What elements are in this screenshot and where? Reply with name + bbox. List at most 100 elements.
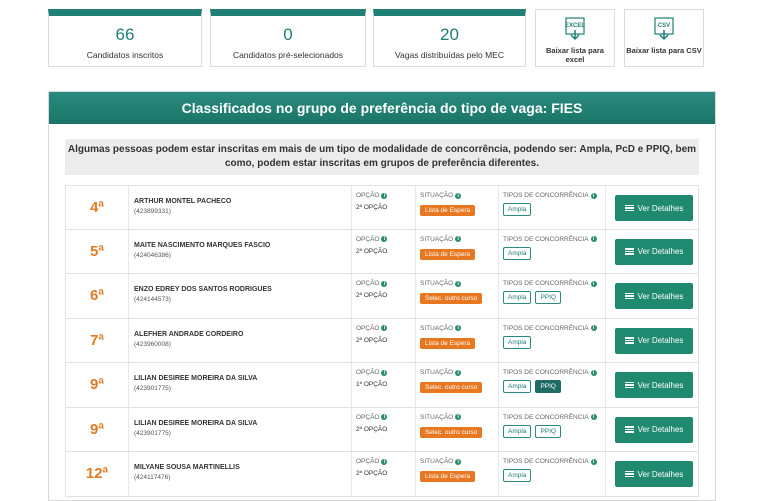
view-details-button[interactable]: Ver Detalhes — [615, 461, 693, 487]
view-details-button[interactable]: Ver Detalhes — [615, 416, 693, 443]
option-value: 2ª OPÇÃO — [356, 292, 388, 299]
types-cell: TIPOS DE CONCORRÊNCIA i Ampla PPIQ — [499, 274, 606, 318]
info-icon[interactable]: i — [381, 458, 388, 465]
types-tags: Ampla — [503, 335, 605, 349]
concurrency-type-tag: PPIQ — [535, 291, 561, 304]
download-excel-button[interactable]: EXCEL Baixar lista para excel — [535, 9, 615, 67]
status-cell: SITUAÇÃO i Selec. outro curso — [416, 274, 499, 318]
concurrency-type-tag: Ampla — [503, 380, 532, 393]
concurrency-type-tag: PPIQ — [535, 424, 561, 438]
rank-position: 5ª — [66, 229, 129, 273]
candidate-list: 4ª ARTHUR MONTEL PACHECO (423899331) OPÇ… — [65, 185, 699, 497]
info-icon[interactable]: i — [381, 414, 388, 420]
status-badge: Lista de Espera — [420, 337, 476, 349]
status-caption: SITUAÇÃO — [420, 280, 454, 287]
info-icon[interactable]: i — [455, 325, 462, 331]
candidate-code: (424144573) — [134, 296, 171, 303]
info-icon[interactable]: i — [590, 192, 597, 199]
stat-card-vacancies: 20 Vagas distribuídas pelo MEC — [373, 9, 526, 67]
option-caption: OPÇÃO — [356, 369, 380, 376]
types-caption: TIPOS DE CONCORRÊNCIA — [503, 369, 589, 376]
info-icon[interactable]: i — [590, 325, 597, 331]
view-details-button[interactable]: Ver Detalhes — [615, 372, 693, 398]
stat-card-enrolled: 66 Candidatos inscritos — [48, 9, 202, 67]
info-icon[interactable]: i — [590, 369, 597, 376]
status-cell: SITUAÇÃO i Lista de Espera — [416, 318, 499, 362]
option-caption: OPÇÃO — [356, 192, 380, 199]
option-value: 2ª OPÇÃO — [356, 204, 388, 211]
download-excel-label: Baixar lista para excel — [546, 46, 604, 64]
info-icon[interactable]: i — [381, 325, 388, 331]
option-cell: OPÇÃO i 2ª OPÇÃO — [352, 407, 416, 451]
excel-icon-text: EXCEL — [565, 23, 585, 29]
download-csv-button[interactable]: CSV Baixar lista para CSV — [624, 9, 704, 67]
status-cell: SITUAÇÃO i Selec. outro curso — [416, 407, 499, 451]
status-caption: SITUAÇÃO — [420, 458, 454, 465]
concurrency-type-tag: Ampla — [503, 424, 532, 438]
view-details-button[interactable]: Ver Detalhes — [615, 238, 693, 265]
info-icon[interactable]: i — [455, 280, 462, 287]
option-value: 2ª OPÇÃO — [356, 425, 388, 433]
stat-card-preselected: 0 Candidatos pré-selecionados — [210, 9, 366, 67]
candidate-row: 9ª LILIAN DESIREE MOREIRA DA SILVA (4239… — [65, 363, 699, 408]
info-icon[interactable]: i — [590, 280, 597, 287]
option-caption: OPÇÃO — [356, 324, 380, 332]
info-icon[interactable]: i — [381, 369, 388, 376]
types-tags: Ampla — [503, 469, 605, 482]
info-icon[interactable]: i — [455, 192, 462, 199]
candidate-row: 9ª LILIAN DESIREE MOREIRA DA SILVA (4239… — [65, 407, 699, 452]
view-details-button[interactable]: Ver Detalhes — [615, 327, 693, 354]
view-details-button[interactable]: Ver Detalhes — [615, 195, 693, 221]
concurrency-type-tag: Ampla — [503, 469, 532, 482]
concurrency-type-tag: Ampla — [503, 246, 532, 260]
list-icon — [624, 381, 634, 389]
types-tags: Ampla — [503, 246, 605, 260]
info-icon[interactable]: i — [455, 414, 462, 420]
panel-title: Classificados no grupo de preferência do… — [49, 92, 715, 124]
stat-label: Candidatos pré-selecionados — [232, 50, 344, 60]
info-icon[interactable]: i — [590, 236, 597, 242]
status-caption: SITUAÇÃO — [420, 369, 454, 376]
view-details-label: Ver Detalhes — [637, 380, 684, 390]
option-cell: OPÇÃO i 2ª OPÇÃO — [352, 452, 416, 496]
info-icon[interactable]: i — [381, 236, 388, 242]
candidate-info: MAITE NASCIMENTO MARQUES FASCIO (4240463… — [129, 229, 352, 273]
types-caption: TIPOS DE CONCORRÊNCIA — [503, 413, 589, 421]
status-caption: SITUAÇÃO — [420, 413, 454, 421]
info-icon[interactable]: i — [455, 236, 462, 242]
list-icon — [624, 204, 634, 212]
info-icon[interactable]: i — [455, 369, 462, 376]
info-icon[interactable]: i — [590, 414, 597, 420]
info-icon[interactable]: i — [381, 280, 388, 287]
info-icon[interactable]: i — [381, 192, 388, 199]
csv-download-icon: CSV — [647, 17, 681, 41]
view-details-label: Ver Detalhes — [637, 469, 684, 479]
types-caption: TIPOS DE CONCORRÊNCIA — [503, 324, 589, 332]
option-cell: OPÇÃO i 1ª OPÇÃO — [352, 363, 416, 407]
status-caption: SITUAÇÃO — [420, 324, 454, 332]
candidate-row: 5ª MAITE NASCIMENTO MARQUES FASCIO (4240… — [65, 229, 699, 274]
status-badge: Selec. outro curso — [420, 426, 483, 438]
list-icon — [624, 248, 634, 255]
option-cell: OPÇÃO i 2ª OPÇÃO — [352, 186, 416, 229]
rank-position: 9ª — [66, 407, 129, 451]
view-details-label: Ver Detalhes — [637, 336, 684, 345]
view-details-label: Ver Detalhes — [637, 203, 684, 213]
status-cell: SITUAÇÃO i Selec. outro curso — [416, 363, 499, 407]
types-tags: Ampla PPIQ — [503, 380, 605, 393]
types-tags: Ampla PPIQ — [503, 424, 605, 438]
candidate-name: ARTHUR MONTEL PACHECO — [134, 198, 232, 205]
info-icon[interactable]: i — [455, 458, 462, 465]
candidate-info: ALEFHER ANDRADE CORDEIRO (423960008) — [129, 318, 352, 362]
option-cell: OPÇÃO i 2ª OPÇÃO — [352, 274, 416, 318]
info-icon[interactable]: i — [590, 458, 597, 465]
concurrency-type-tag: Ampla — [503, 203, 532, 216]
candidate-row: 12ª MILYANE SOUSA MARTINELLIS (424117476… — [65, 452, 699, 497]
view-details-button[interactable]: Ver Detalhes — [615, 283, 693, 309]
types-tags: Ampla PPIQ — [503, 291, 605, 304]
types-tags: Ampla — [503, 203, 605, 216]
candidate-row: 4ª ARTHUR MONTEL PACHECO (423899331) OPÇ… — [65, 185, 699, 230]
stat-number: 0 — [283, 25, 293, 44]
candidate-info: LILIAN DESIREE MOREIRA DA SILVA (4239017… — [129, 407, 352, 451]
concurrency-type-tag: Ampla — [503, 291, 532, 304]
